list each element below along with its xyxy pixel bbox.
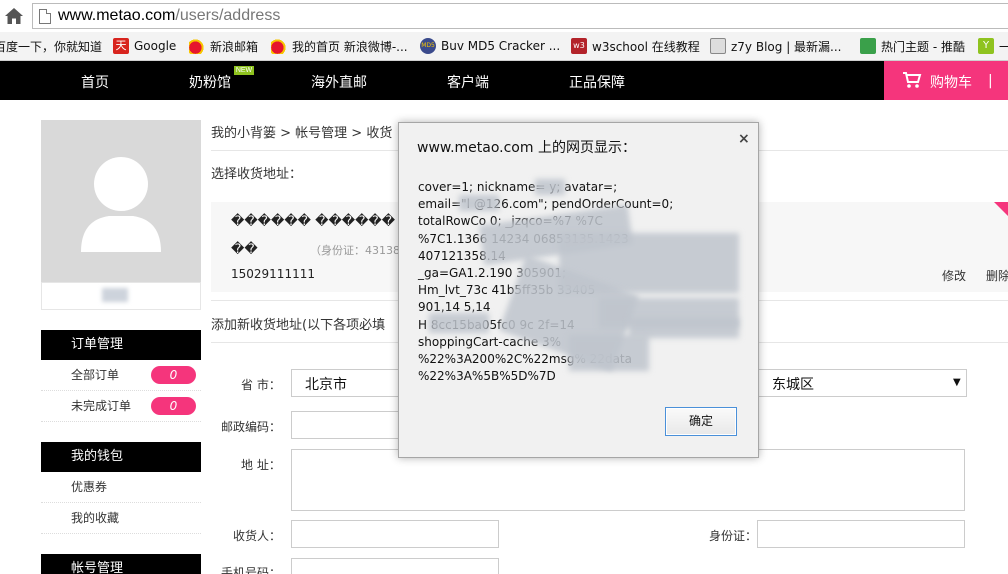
orders-heading: 订单管理 — [41, 330, 201, 360]
sidebar-item-all-orders[interactable]: 全部订单 0 — [41, 360, 201, 391]
nav-milk-powder[interactable]: 奶粉馆 — [189, 72, 231, 92]
site-nav: 首页 奶粉馆 海外直邮 客户端 正品保障 — [0, 61, 1008, 100]
address-textarea[interactable] — [291, 449, 965, 511]
cart-icon — [903, 72, 922, 88]
phone-label: 手机号码： — [221, 566, 282, 574]
wallet-heading: 我的钱包 — [41, 442, 201, 472]
postcode-input[interactable] — [291, 411, 411, 439]
bookmark-label: z7y Blog | 最新漏... — [731, 39, 842, 54]
browser-toolbar: www.metao.com/users/address — [0, 0, 1008, 32]
bookmark-yi[interactable]: Y一 — [978, 37, 1008, 55]
nav-home[interactable]: 首页 — [81, 72, 109, 92]
bookmark-weibo[interactable]: 我的首页 新浪微博-... — [271, 37, 408, 55]
new-badge: NEW — [234, 66, 254, 75]
province-label: 省 市： — [241, 378, 281, 392]
page-icon — [39, 9, 51, 24]
bookmark-label: 一 — [999, 38, 1008, 55]
idcard-input[interactable] — [757, 520, 965, 548]
bookmark-baidu[interactable]: 百度一下，你就知道 — [0, 37, 102, 55]
tuicool-icon — [860, 38, 876, 54]
bookmark-google[interactable]: 天 Google — [113, 37, 176, 55]
address-bar[interactable]: www.metao.com/users/address — [32, 3, 1008, 29]
breadcrumb: 我的小背篓 > 帐号管理 > 收货 — [211, 126, 393, 141]
address-label: 地 址： — [241, 458, 281, 472]
weibo-icon — [271, 38, 287, 54]
idcard-label: 身份证： — [709, 529, 758, 543]
bookmark-md5[interactable]: MD5 Buv MD5 Cracker ... — [420, 37, 560, 55]
message-line: cover=1; nickname= y; avatar=; — [418, 180, 618, 194]
address-phone: 15029111111 — [231, 267, 315, 281]
z7y-icon — [710, 38, 726, 54]
bookmark-label: 我的首页 新浪微博-... — [292, 39, 408, 54]
order-count-badge: 0 — [151, 397, 196, 415]
url-host: www.metao.com — [58, 7, 176, 24]
w3school-icon: w3 — [571, 38, 587, 54]
nav-overseas[interactable]: 海外直邮 — [311, 72, 367, 92]
bookmark-label: Buv MD5 Cracker ... — [441, 39, 561, 53]
redaction-blur — [459, 195, 499, 211]
bookmark-label: 热门主题 - 推酷 — [881, 39, 965, 54]
account-section: 帐号管理 — [41, 554, 201, 574]
receiver-label: 收货人： — [233, 529, 282, 543]
url-text[interactable]: www.metao.com/users/address — [58, 7, 280, 25]
bookmark-w3school[interactable]: w3 w3school 在线教程 — [571, 37, 700, 55]
close-icon[interactable]: × — [738, 131, 750, 147]
account-heading: 帐号管理 — [41, 554, 201, 574]
sidebar-item-label: 全部订单 — [71, 368, 120, 382]
address-idcard: （身份证：43138 — [310, 244, 400, 257]
bookmark-label: 百度一下，你就知道 — [0, 39, 103, 54]
bookmark-label: w3school 在线教程 — [592, 39, 700, 54]
alert-dialog: www.metao.com 上的网页显示： × cover=1; nicknam… — [398, 122, 759, 458]
google-icon: 天 — [113, 38, 129, 54]
district-value: 东城区 — [772, 377, 814, 393]
redaction-blur — [429, 313, 489, 333]
ok-button[interactable]: 确定 — [665, 407, 737, 436]
address-line-2: �� — [231, 242, 258, 257]
address-line: ������ ������ ← — [231, 214, 411, 229]
order-count-badge: 0 — [151, 366, 196, 384]
cart-separator: | — [988, 73, 993, 89]
cart-button[interactable]: 购物车 | — [884, 61, 1008, 100]
bookmark-tuicool[interactable]: 热门主题 - 推酷 — [860, 37, 965, 55]
md5-icon: MD5 — [420, 38, 436, 54]
postcode-label: 邮政编码： — [221, 420, 282, 434]
sidebar-item-coupons[interactable]: 优惠券 — [41, 472, 201, 503]
add-address-title: 添加新收货地址(以下各项必填 — [211, 318, 386, 333]
delete-address-link[interactable]: 删除 — [986, 267, 1008, 284]
bookmark-z7y[interactable]: z7y Blog | 最新漏... — [710, 37, 842, 55]
sina-mail-icon — [189, 38, 205, 54]
url-path: /users/address — [175, 7, 281, 24]
province-value: 北京市 — [305, 377, 347, 393]
select-address-title: 选择收货地址： — [211, 167, 303, 182]
selected-corner-icon — [994, 202, 1008, 216]
bookmark-label: Google — [134, 39, 177, 53]
bookmark-label: 新浪邮箱 — [210, 39, 259, 54]
cart-label: 购物车 — [930, 75, 972, 91]
dialog-title: www.metao.com 上的网页显示： — [417, 140, 636, 156]
sidebar-item-label: 未完成订单 — [71, 399, 132, 413]
nav-authentic[interactable]: 正品保障 — [569, 72, 625, 92]
nav-client[interactable]: 客户端 — [447, 72, 489, 92]
redaction-blur — [535, 179, 565, 195]
receiver-input[interactable] — [291, 520, 499, 548]
redaction-blur — [569, 335, 649, 371]
sidebar-item-favorites[interactable]: 我的收藏 — [41, 503, 201, 534]
sidebar-item-pending-orders[interactable]: 未完成订单 0 — [41, 391, 201, 422]
edit-address-link[interactable]: 修改 — [942, 267, 966, 284]
phone-input[interactable] — [291, 558, 499, 574]
orders-section: 订单管理 全部订单 0 未完成订单 0 — [41, 330, 201, 422]
yi-icon: Y — [978, 38, 994, 54]
bookmarks-bar: 百度一下，你就知道 天 Google 新浪邮箱 我的首页 新浪微博-... MD5… — [0, 32, 1008, 61]
blurred-username — [102, 288, 128, 302]
bookmark-sina-mail[interactable]: 新浪邮箱 — [189, 37, 258, 55]
chevron-down-icon: ▼ — [953, 377, 961, 388]
home-icon[interactable] — [4, 6, 24, 26]
wallet-section: 我的钱包 优惠券 我的收藏 — [41, 442, 201, 534]
